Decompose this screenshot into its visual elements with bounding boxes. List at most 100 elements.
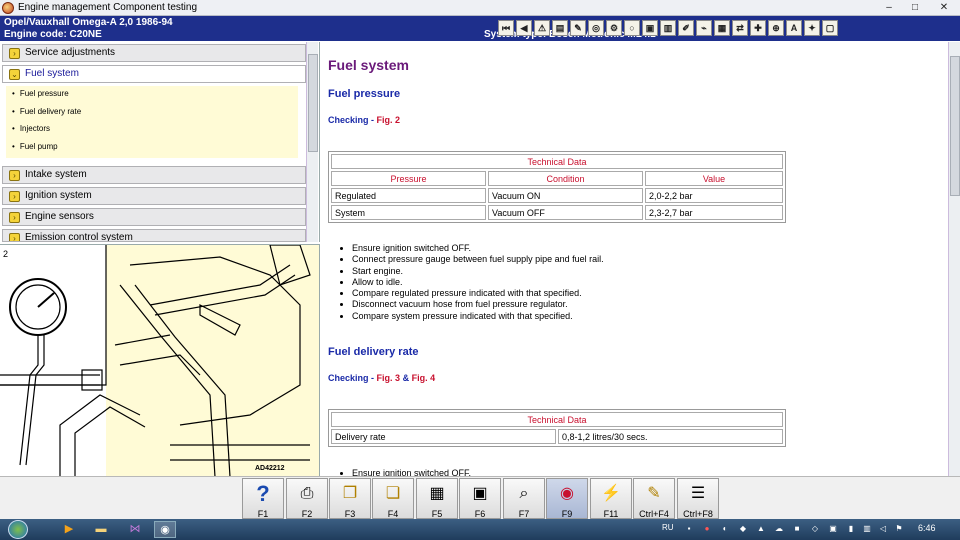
nav-section-fuel-system[interactable]: ⌄ Fuel system <box>2 65 306 83</box>
f6-button[interactable]: ▣ F6 <box>459 478 501 519</box>
table-cell: 0,8-1,2 litres/30 secs. <box>558 429 783 444</box>
nav-section-service-adjustments[interactable]: › Service adjustments <box>2 44 306 62</box>
vehicle-info-bar: Opel/Vauxhall Omega-A 2,0 1986-94 Engine… <box>0 16 960 41</box>
letter-a-icon[interactable]: A <box>786 20 802 36</box>
fig-3-link[interactable]: Fig. 3 <box>377 373 401 383</box>
tray-icon[interactable]: ▣ <box>828 524 838 534</box>
fig-2-link[interactable]: Fig. 2 <box>377 115 401 125</box>
procedure-steps-delivery: Ensure ignition switched OFF. <box>352 468 471 476</box>
chain-icon[interactable]: ⚙ <box>606 20 622 36</box>
nav-scrollbar[interactable] <box>306 42 318 242</box>
printer-icon[interactable]: ○ <box>624 20 640 36</box>
table-cell: 2,3-2,7 bar <box>645 205 783 220</box>
network-icon[interactable]: ▥ <box>862 524 872 534</box>
nav-item-injectors[interactable]: Injectors <box>12 124 50 133</box>
prev-page-icon[interactable]: ◀ <box>516 20 532 36</box>
f3-button[interactable]: ❐ F3 <box>329 478 371 519</box>
f7-zoom-button[interactable]: ⌕ F7 <box>503 478 545 519</box>
content-scrollbar[interactable] <box>948 42 960 476</box>
tray-icon[interactable]: ◆ <box>738 524 748 534</box>
first-page-icon[interactable]: ⏮ <box>498 20 514 36</box>
warning-icon[interactable]: ⚠ <box>534 20 550 36</box>
content-area: Fuel system Fuel pressure Checking - Fig… <box>320 42 948 476</box>
help-icon: ? <box>256 481 270 506</box>
tray-icon[interactable]: ■ <box>792 524 802 534</box>
nav-item-fuel-pump[interactable]: Fuel pump <box>12 142 58 151</box>
page-title: Fuel system <box>328 57 409 73</box>
tray-icon[interactable]: ☁ <box>774 524 784 534</box>
nav-section-engine-sensors[interactable]: › Engine sensors <box>2 208 306 226</box>
compare-icon[interactable]: ⇄ <box>732 20 748 36</box>
flag-icon[interactable]: ⚑ <box>894 524 904 534</box>
table-cell: Vacuum OFF <box>488 205 643 220</box>
nav-item-fuel-pressure[interactable]: Fuel pressure <box>12 89 69 98</box>
ctrl-f8-button[interactable]: ☰ Ctrl+F8 <box>677 478 719 519</box>
volume-icon[interactable]: ◁ <box>878 524 888 534</box>
f11-button[interactable]: ⚡ F11 <box>590 478 632 519</box>
car-icon[interactable]: ▥ <box>660 20 676 36</box>
diagram-icon: ▦ <box>429 485 445 502</box>
nav-section-ignition-system[interactable]: › Ignition system <box>2 187 306 205</box>
tray-icon[interactable]: ◇ <box>810 524 820 534</box>
table-caption: Technical Data <box>331 412 783 427</box>
nav-section-emission-control[interactable]: › Emission control system <box>2 229 306 242</box>
nav-section-intake-system[interactable]: › Intake system <box>2 166 306 184</box>
browser-icon[interactable]: ◉ <box>154 521 176 538</box>
f2-print-button[interactable]: ⎙ F2 <box>286 478 328 519</box>
folder-icon[interactable]: ▬ <box>90 521 112 538</box>
column-header: Value <box>645 171 783 186</box>
tray-icon[interactable]: ● <box>702 524 712 534</box>
wiring-icon[interactable]: ⌁ <box>696 20 712 36</box>
section-heading-fuel-delivery-rate: Fuel delivery rate <box>328 346 419 358</box>
bookmark-icon[interactable]: ▣ <box>642 20 658 36</box>
content-scroll-thumb[interactable] <box>950 56 960 196</box>
f9-button[interactable]: ◉ F9 <box>546 478 588 519</box>
brush-icon[interactable]: ✐ <box>678 20 694 36</box>
printer-icon: ⎙ <box>300 485 314 502</box>
list-item: Allow to idle. <box>352 277 604 288</box>
table-cell: Vacuum ON <box>488 188 643 203</box>
ctrl-f4-button[interactable]: ✎ Ctrl+F4 <box>633 478 675 519</box>
camera-icon[interactable]: ◎ <box>588 20 604 36</box>
f4-button[interactable]: ❏ F4 <box>372 478 414 519</box>
table-cell: System <box>331 205 486 220</box>
fuel-system-subitems: Fuel pressure Fuel delivery rate Injecto… <box>6 86 298 158</box>
document-icon[interactable]: ▦ <box>714 20 730 36</box>
visual-studio-icon[interactable]: ⋈ <box>124 521 146 538</box>
minimize-button[interactable]: – <box>876 0 902 15</box>
probe-icon: ⚡ <box>601 485 621 502</box>
close-button[interactable]: ✕ <box>928 0 960 15</box>
maximize-button[interactable]: □ <box>902 0 928 15</box>
tray-icon[interactable]: ▪ <box>684 524 694 534</box>
start-button[interactable] <box>8 520 28 539</box>
language-indicator[interactable]: RU <box>662 523 674 532</box>
column-header: Pressure <box>331 171 486 186</box>
window-title: Engine management Component testing <box>18 2 198 13</box>
list-icon: ☰ <box>690 485 706 502</box>
media-player-icon[interactable]: ▶ <box>58 521 80 538</box>
magnifier-icon[interactable]: ⊕ <box>768 20 784 36</box>
gauge-icon: ◉ <box>560 485 574 502</box>
vehicle-label: Opel/Vauxhall Omega-A 2,0 1986-94 <box>4 17 173 28</box>
f5-button[interactable]: ▦ F5 <box>416 478 458 519</box>
nav-scroll-thumb[interactable] <box>308 54 318 152</box>
list-item: Connect pressure gauge between fuel supp… <box>352 254 604 265</box>
technical-data-table-delivery: Technical Data Delivery rate 0,8-1,2 lit… <box>328 409 786 447</box>
table-cell: 2,0-2,2 bar <box>645 188 783 203</box>
rename-icon[interactable]: ▤ <box>552 20 568 36</box>
toolbar: ⏮ ◀ ⚠ ▤ ✎ ◎ ⚙ ○ ▣ ▥ ✐ ⌁ ▦ ⇄ ✚ ⊕ A ✦ ▢ <box>498 20 838 38</box>
clock[interactable]: 6:46 <box>918 523 936 533</box>
battery-icon[interactable]: ▮ <box>846 524 856 534</box>
f1-help-button[interactable]: ? F1 <box>242 478 284 519</box>
table-row: Regulated Vacuum ON 2,0-2,2 bar <box>331 188 783 203</box>
tray-icon[interactable]: ▲ <box>756 524 766 534</box>
help-icon[interactable]: ▢ <box>822 20 838 36</box>
nav-item-fuel-delivery-rate[interactable]: Fuel delivery rate <box>12 107 81 116</box>
sparkle-icon[interactable]: ✦ <box>804 20 820 36</box>
tray-icon[interactable]: ◐ <box>720 524 730 534</box>
note-icon: ✎ <box>647 485 661 502</box>
fig-4-link[interactable]: Fig. 4 <box>412 373 436 383</box>
taskbar: ▶ ▬ ⋈ ◉ RU ▪ ● ◐ ◆ ▲ ☁ ■ ◇ ▣ ▮ ▥ ◁ ⚑ 6:4… <box>0 519 960 540</box>
lock-icon[interactable]: ✚ <box>750 20 766 36</box>
edit-icon[interactable]: ✎ <box>570 20 586 36</box>
